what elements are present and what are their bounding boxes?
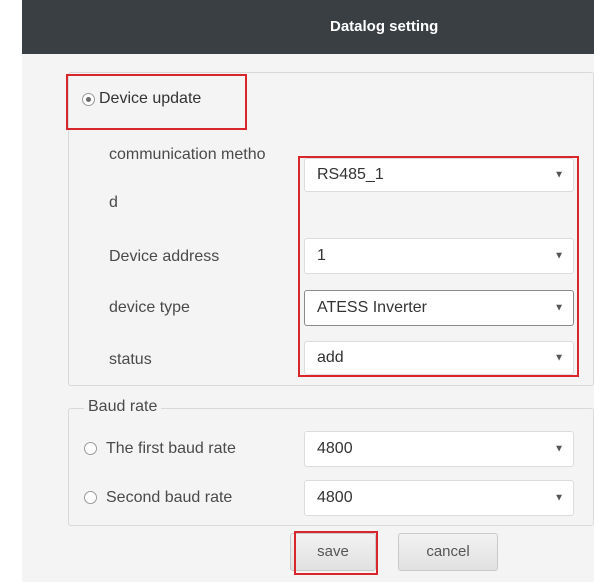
device-update-highlight	[66, 74, 247, 130]
first-baud-rate-value: 4800	[317, 440, 353, 457]
header-bar: Datalog setting	[22, 0, 594, 54]
page-title: Datalog setting	[330, 18, 439, 35]
device-type-label: device type	[109, 299, 190, 316]
first-baud-rate-radio[interactable]	[84, 442, 97, 455]
second-baud-rate-radio[interactable]	[84, 491, 97, 504]
device-address-label: Device address	[109, 248, 220, 265]
page: Datalog setting Device update communicat…	[0, 0, 594, 582]
second-baud-rate-label: Second baud rate	[106, 489, 233, 506]
device-fields-highlight	[298, 156, 579, 377]
communication-method-label-wrap: d	[109, 194, 118, 211]
chevron-down-icon: ▼	[554, 443, 564, 455]
status-label: status	[109, 351, 152, 368]
communication-method-label: communication metho	[109, 146, 266, 163]
baud-rate-legend: Baud rate	[84, 398, 162, 416]
cancel-button[interactable]: cancel	[398, 533, 498, 571]
chevron-down-icon: ▼	[554, 492, 564, 504]
second-baud-rate-select[interactable]: 4800 ▼	[304, 480, 574, 516]
first-baud-rate-select[interactable]: 4800 ▼	[304, 431, 574, 467]
save-button-highlight	[294, 531, 378, 575]
second-baud-rate-value: 4800	[317, 489, 353, 506]
first-baud-rate-label: The first baud rate	[106, 440, 236, 457]
